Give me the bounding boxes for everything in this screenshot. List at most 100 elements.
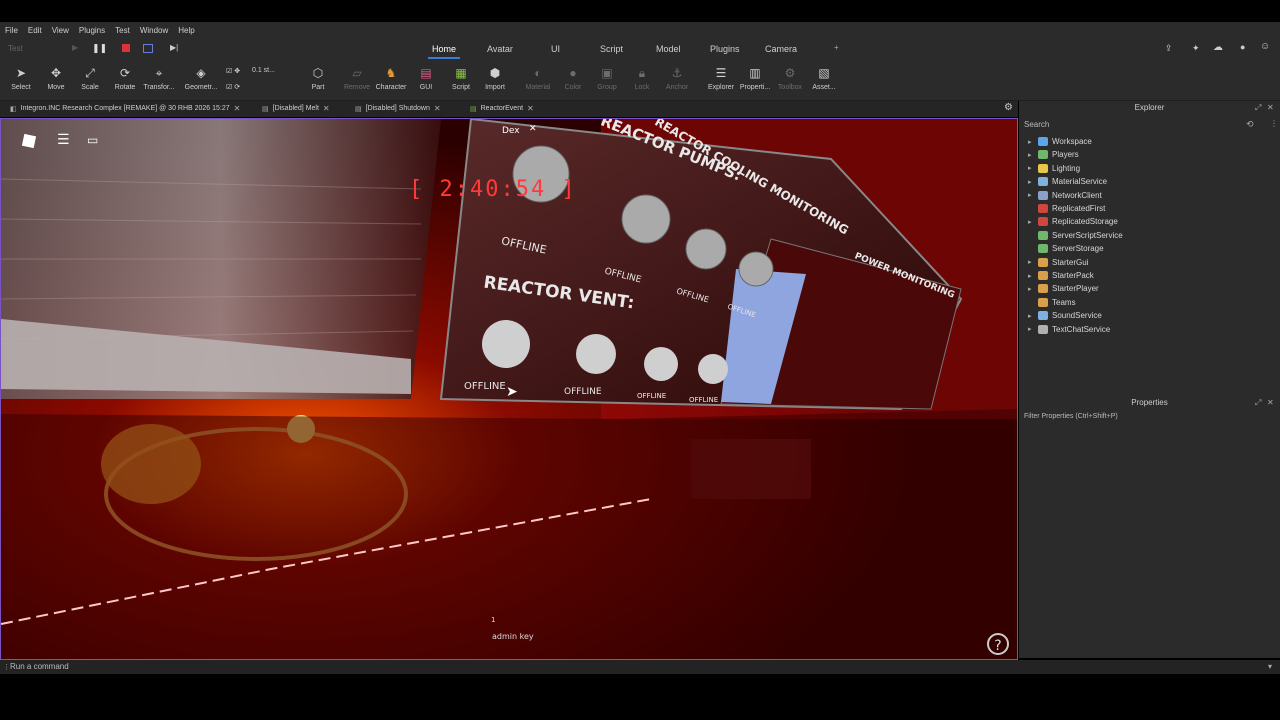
close-icon[interactable]: ✕: [527, 104, 534, 113]
menu-plugins[interactable]: Plugins: [74, 26, 110, 35]
tab-home[interactable]: Home: [427, 44, 461, 59]
tab-script[interactable]: Script: [600, 44, 623, 54]
anchor-tool[interactable]: ⚓︎ Anchor: [659, 66, 695, 91]
menu-test[interactable]: Test: [110, 26, 135, 35]
expand-arrow-icon[interactable]: ▸: [1028, 312, 1038, 320]
close-icon[interactable]: ✕: [323, 104, 330, 113]
pause-icon[interactable]: ❚❚: [92, 43, 107, 54]
tab-camera[interactable]: Camera: [765, 44, 797, 54]
explorer-item-soundservice[interactable]: ▸ SoundService: [1028, 311, 1102, 321]
cloud-icon[interactable]: ☁: [1213, 42, 1223, 53]
expand-arrow-icon[interactable]: ▸: [1028, 258, 1038, 266]
select-tool[interactable]: ➤ Select: [3, 66, 39, 91]
expand-arrow-icon[interactable]: ▸: [1028, 218, 1038, 226]
notification-icon[interactable]: ●: [1240, 42, 1245, 52]
tab-plugins[interactable]: Plugins: [710, 44, 740, 54]
explorer-item-serverscriptservice[interactable]: ServerScriptService: [1028, 230, 1123, 240]
explorer-item-textchatservice[interactable]: ▸ TextChatService: [1028, 324, 1110, 334]
menu-hamburger-icon[interactable]: ☰: [57, 132, 70, 148]
command-input[interactable]: Run a command: [10, 662, 69, 671]
tab-ui[interactable]: UI: [551, 44, 560, 54]
doc-tab-shutdown[interactable]: ▤ [Disabled] Shutdown ✕: [355, 104, 441, 113]
explorer-item-starterpack[interactable]: ▸ StarterPack: [1028, 271, 1094, 280]
stop-icon[interactable]: [122, 44, 130, 52]
menu-view[interactable]: View: [47, 26, 74, 35]
chat-icon[interactable]: ▭: [87, 133, 98, 147]
explorer-item-replicatedfirst[interactable]: ReplicatedFirst: [1028, 204, 1105, 213]
game-viewport[interactable]: ☰ ▭ Dex ✕ [ 2:40:54 ] REACTOR PUMPS: REA…: [0, 118, 1018, 660]
expand-arrow-icon[interactable]: ▸: [1028, 151, 1038, 159]
move-tool[interactable]: ✥ Move: [38, 66, 74, 91]
script-tool[interactable]: ▦ Script: [443, 66, 479, 91]
help-icon[interactable]: ?: [987, 633, 1009, 655]
share-icon[interactable]: ⇪: [1165, 43, 1173, 54]
lock-tool[interactable]: 🔒︎ Lock: [624, 66, 660, 91]
explorer-item-serverstorage[interactable]: ServerStorage: [1028, 244, 1104, 254]
command-expand-icon[interactable]: ▾: [1268, 662, 1272, 671]
character-tool[interactable]: ♞ Character: [373, 66, 409, 91]
asset-manager-tool[interactable]: ▧ Asset...: [806, 66, 842, 91]
expand-arrow-icon[interactable]: ▸: [1028, 138, 1038, 146]
explorer-item-players[interactable]: ▸ Players: [1028, 150, 1079, 160]
menu-edit[interactable]: Edit: [23, 26, 47, 35]
rotate-snap-checkbox-icon[interactable]: ☑ ⟳: [226, 83, 240, 91]
profile-icon[interactable]: ☺: [1260, 41, 1270, 52]
expand-arrow-icon[interactable]: ▸: [1028, 325, 1038, 333]
tab-avatar[interactable]: Avatar: [487, 44, 513, 54]
assistant-icon[interactable]: ✦: [1192, 43, 1200, 54]
dex-close-icon[interactable]: ✕: [529, 124, 537, 134]
doc-tab-melt[interactable]: ▤ [Disabled] Melt ✕: [262, 104, 330, 113]
explorer-item-lighting[interactable]: ▸ Lighting: [1028, 163, 1080, 173]
explorer-item-workspace[interactable]: ▸ Workspace: [1028, 137, 1092, 146]
close-icon[interactable]: ✕: [234, 104, 241, 113]
part-tool[interactable]: ⬡ Part: [300, 66, 336, 91]
group-tool[interactable]: ▣ Group: [589, 66, 625, 91]
menu-file[interactable]: File: [0, 26, 23, 35]
history-icon[interactable]: ⟲: [1246, 119, 1254, 130]
explorer-item-materialservice[interactable]: ▸ MaterialService: [1028, 177, 1107, 187]
doc-tab-reactorevent[interactable]: ▤ ReactorEvent ✕: [470, 104, 534, 113]
play-here-icon[interactable]: ▶|: [170, 43, 178, 52]
tab-model[interactable]: Model: [656, 44, 681, 54]
expand-arrow-icon[interactable]: ▸: [1028, 178, 1038, 186]
roblox-logo-icon[interactable]: [21, 133, 37, 149]
expand-arrow-icon[interactable]: ▸: [1028, 164, 1038, 172]
menu-window[interactable]: Window: [135, 26, 173, 35]
explorer-tool[interactable]: ☰ Explorer: [703, 66, 739, 91]
explorer-search-input[interactable]: Search: [1024, 120, 1274, 132]
explorer-item-replicatedstorage[interactable]: ▸ ReplicatedStorage: [1028, 217, 1118, 227]
settings-gear-icon[interactable]: ⚙: [1004, 102, 1013, 113]
properties-popout-icon[interactable]: ⤢: [1255, 398, 1261, 408]
properties-filter-input[interactable]: Filter Properties (Ctrl+Shift+P): [1024, 413, 1118, 420]
transform-tool[interactable]: ⌖ Transfor...: [141, 66, 177, 91]
expand-arrow-icon[interactable]: ▸: [1028, 272, 1038, 280]
toolbox-tool[interactable]: ⚙︎ Toolbox: [772, 66, 808, 91]
remove-tool[interactable]: ▱ Remove: [339, 66, 375, 91]
properties-tool[interactable]: ▥ Properti...: [737, 66, 773, 91]
hotbar-tool-admin-key[interactable]: admin key: [492, 632, 534, 641]
more-tabs-icon[interactable]: +: [834, 43, 839, 52]
command-bar[interactable]: ⋮ Run a command ▾: [0, 660, 1280, 674]
snap-value[interactable]: 0.1 st...: [252, 67, 275, 74]
explorer-close-icon[interactable]: ✕: [1267, 103, 1274, 112]
color-tool[interactable]: ● Color: [555, 66, 591, 91]
explorer-item-starterplayer[interactable]: ▸ StarterPlayer: [1028, 284, 1099, 294]
scale-tool[interactable]: ⤢ Scale: [72, 66, 108, 91]
close-icon[interactable]: ✕: [434, 104, 441, 113]
rotate-tool[interactable]: ⟳ Rotate: [107, 66, 143, 91]
expand-arrow-icon[interactable]: ▸: [1028, 191, 1038, 199]
explorer-popout-icon[interactable]: ⤢: [1255, 103, 1261, 113]
material-tool[interactable]: ◐ Material: [520, 66, 556, 91]
explorer-item-teams[interactable]: Teams: [1028, 297, 1076, 307]
test-mode-dropdown[interactable]: Test: [8, 44, 23, 53]
step-icon[interactable]: ▶: [72, 43, 78, 52]
doc-tab-place[interactable]: ◧ Integron.INC Research Complex [REMAKE] …: [10, 104, 240, 113]
explorer-item-startergui[interactable]: ▸ StarterGui: [1028, 257, 1088, 267]
snap-checkbox-icon[interactable]: ☑ ✥: [226, 67, 240, 75]
gui-tool[interactable]: ▤ GUI: [408, 66, 444, 91]
client-server-icon[interactable]: [143, 44, 153, 53]
explorer-menu-icon[interactable]: ⋮: [1270, 119, 1278, 128]
dex-label[interactable]: Dex: [502, 126, 520, 136]
properties-close-icon[interactable]: ✕: [1267, 398, 1274, 407]
menu-help[interactable]: Help: [173, 26, 199, 35]
